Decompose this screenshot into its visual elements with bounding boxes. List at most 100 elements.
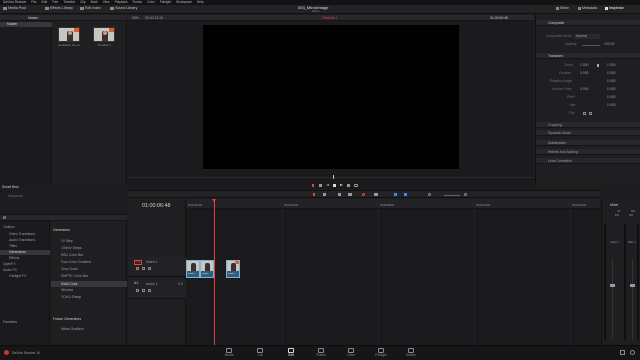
blade-tool-icon[interactable] [338,193,341,196]
page-tab-media[interactable]: Media [218,348,240,359]
tree-audio-fx[interactable]: Audio FX [3,268,17,272]
snapping-icon[interactable] [362,193,365,196]
fusion-generator-noise-gradient[interactable]: Noise Gradient [61,327,84,331]
sound-library-button[interactable]: Sound Library [110,6,137,11]
menu-item-timeline[interactable]: Timeline [63,0,75,4]
flag-icon[interactable] [394,193,397,196]
playhead-head[interactable] [212,199,216,202]
viewer-zoom[interactable]: 39% [132,16,139,20]
marker-icon[interactable] [404,193,407,196]
flip-vertical-icon[interactable] [589,112,592,115]
page-tab-deliver[interactable]: Deliver [400,348,422,359]
tree-fairlight-fx[interactable]: Fairlight FX [9,274,26,278]
video-visible-icon[interactable] [148,267,151,270]
reverse-play-icon[interactable] [326,184,329,186]
tree-video-transitions[interactable]: Video Transitions [9,232,35,236]
play-icon[interactable] [340,184,343,186]
yaw-value[interactable]: 0.000 [607,103,616,107]
position-x-value[interactable]: 0.000 [580,71,589,75]
page-tab-fairlight[interactable]: Fairlight [370,348,392,359]
composite-mode-select[interactable]: Normal [574,34,600,39]
mixer-button[interactable]: Mixer [556,6,569,11]
mute-icon[interactable] [142,289,145,292]
tree-audio-transitions[interactable]: Audio Transitions [9,238,35,242]
playhead-line[interactable] [214,199,215,345]
generator-ebu-color-bar[interactable]: EBU Color Bar [61,253,83,257]
loop-icon[interactable] [354,183,358,187]
metadata-button[interactable]: Metadata [578,6,597,11]
media-pool-button[interactable]: Media Pool [3,6,26,11]
trim-tool-icon[interactable] [323,193,326,196]
viewer-timeline-name[interactable]: Timeline 1 [322,16,338,20]
menu-item-fusion[interactable]: Fusion [133,0,143,4]
menu-item-playback[interactable]: Playback [115,0,128,4]
menu-item-clip[interactable]: Clip [80,0,86,4]
video-clip[interactable]: produ... [200,260,214,278]
selection-tool-icon[interactable] [313,193,316,196]
home-icon[interactable] [620,350,625,355]
playhead-marker[interactable] [333,175,334,179]
link-icon[interactable] [597,64,599,67]
tree-openfx[interactable]: OpenFX [3,262,16,266]
pitch-value[interactable]: 0.000 [607,95,616,99]
generator-four-color-gradient[interactable]: Four Color Gradient [61,260,91,264]
page-tab-edit[interactable]: Edit [280,348,302,359]
anchor-y-value[interactable]: 0.000 [607,87,616,91]
effects-library-button[interactable]: Effects Library [45,6,73,11]
tree-titles[interactable]: Titles [9,244,17,248]
generator-smpte-color-bar[interactable]: SMPTE Color Bar [61,274,88,278]
auto-select-icon[interactable] [142,267,145,270]
zoom-out-icon[interactable] [428,193,431,196]
menu-item-fairlight[interactable]: Fairlight [160,0,171,4]
menu-item-app[interactable]: DaVinci Resolve [3,0,26,4]
menu-item-workspace[interactable]: Workspace [176,0,192,4]
generator-10-step[interactable]: 10 Step [61,239,73,243]
jog-back-icon[interactable] [312,183,315,187]
audio-lock-icon[interactable] [136,289,139,292]
zoom-slider[interactable] [444,195,460,196]
edit-index-button[interactable]: Edit Index [80,6,101,11]
flip-horizontal-icon[interactable] [583,112,586,115]
generator-100mv-steps[interactable]: 100mV Steps [61,246,81,250]
solo-icon[interactable] [148,289,151,292]
anchor-x-value[interactable]: 0.000 [580,87,589,91]
linked-selection-icon[interactable] [374,193,378,196]
menu-item-view[interactable]: View [103,0,110,4]
bin-master[interactable]: Master [0,22,52,27]
menu-item-file[interactable]: File [31,0,36,4]
tree-effects[interactable]: Effects [9,256,19,260]
settings-icon[interactable] [630,350,635,355]
smart-bin-keywords[interactable]: Keywords [8,194,23,198]
lock-icon[interactable] [136,267,139,270]
skip-back-icon[interactable] [319,183,322,187]
generator-ycbcr-ramp[interactable]: YCbCr Ramp [61,295,81,299]
generator-solid-color[interactable]: Solid Color [51,281,127,287]
search-icon[interactable] [3,216,6,219]
rotation-angle-value[interactable]: 0.000 [607,79,616,83]
page-tab-fusion[interactable]: Fusion [310,348,332,359]
skip-forward-icon[interactable] [347,183,350,187]
menu-item-edit[interactable]: Edit [41,0,47,4]
menu-item-color[interactable]: Color [147,0,155,4]
insert-clip-icon[interactable] [348,193,352,196]
opacity-slider[interactable] [582,44,600,46]
m1-fader-knob[interactable] [630,284,635,287]
menu-item-trim[interactable]: Trim [52,0,58,4]
inspector-button[interactable]: Inspector [605,6,624,11]
position-y-value[interactable]: 0.000 [607,71,616,75]
tree-toolbox[interactable]: Toolbox [3,225,15,229]
timeline-clip-thumbnail[interactable] [93,27,115,42]
video-clip[interactable]: produ... [186,260,200,278]
menu-item-mark[interactable]: Mark [91,0,98,4]
menu-item-help[interactable]: Help [197,0,204,4]
zoom-y-value[interactable]: 1.000 [607,63,616,67]
media-clip-thumbnail[interactable] [58,27,80,42]
zoom-in-icon[interactable] [464,193,467,196]
generator-grey-scale[interactable]: Grey Scale [61,267,78,271]
tree-generators[interactable]: Generators [0,250,50,255]
page-tab-cut[interactable]: Cut [249,348,271,359]
zoom-x-value[interactable]: 1.000 [580,63,589,67]
a1-fader-knob[interactable] [610,284,615,287]
scrubber-bar[interactable] [128,177,534,178]
stop-icon[interactable] [333,183,336,187]
